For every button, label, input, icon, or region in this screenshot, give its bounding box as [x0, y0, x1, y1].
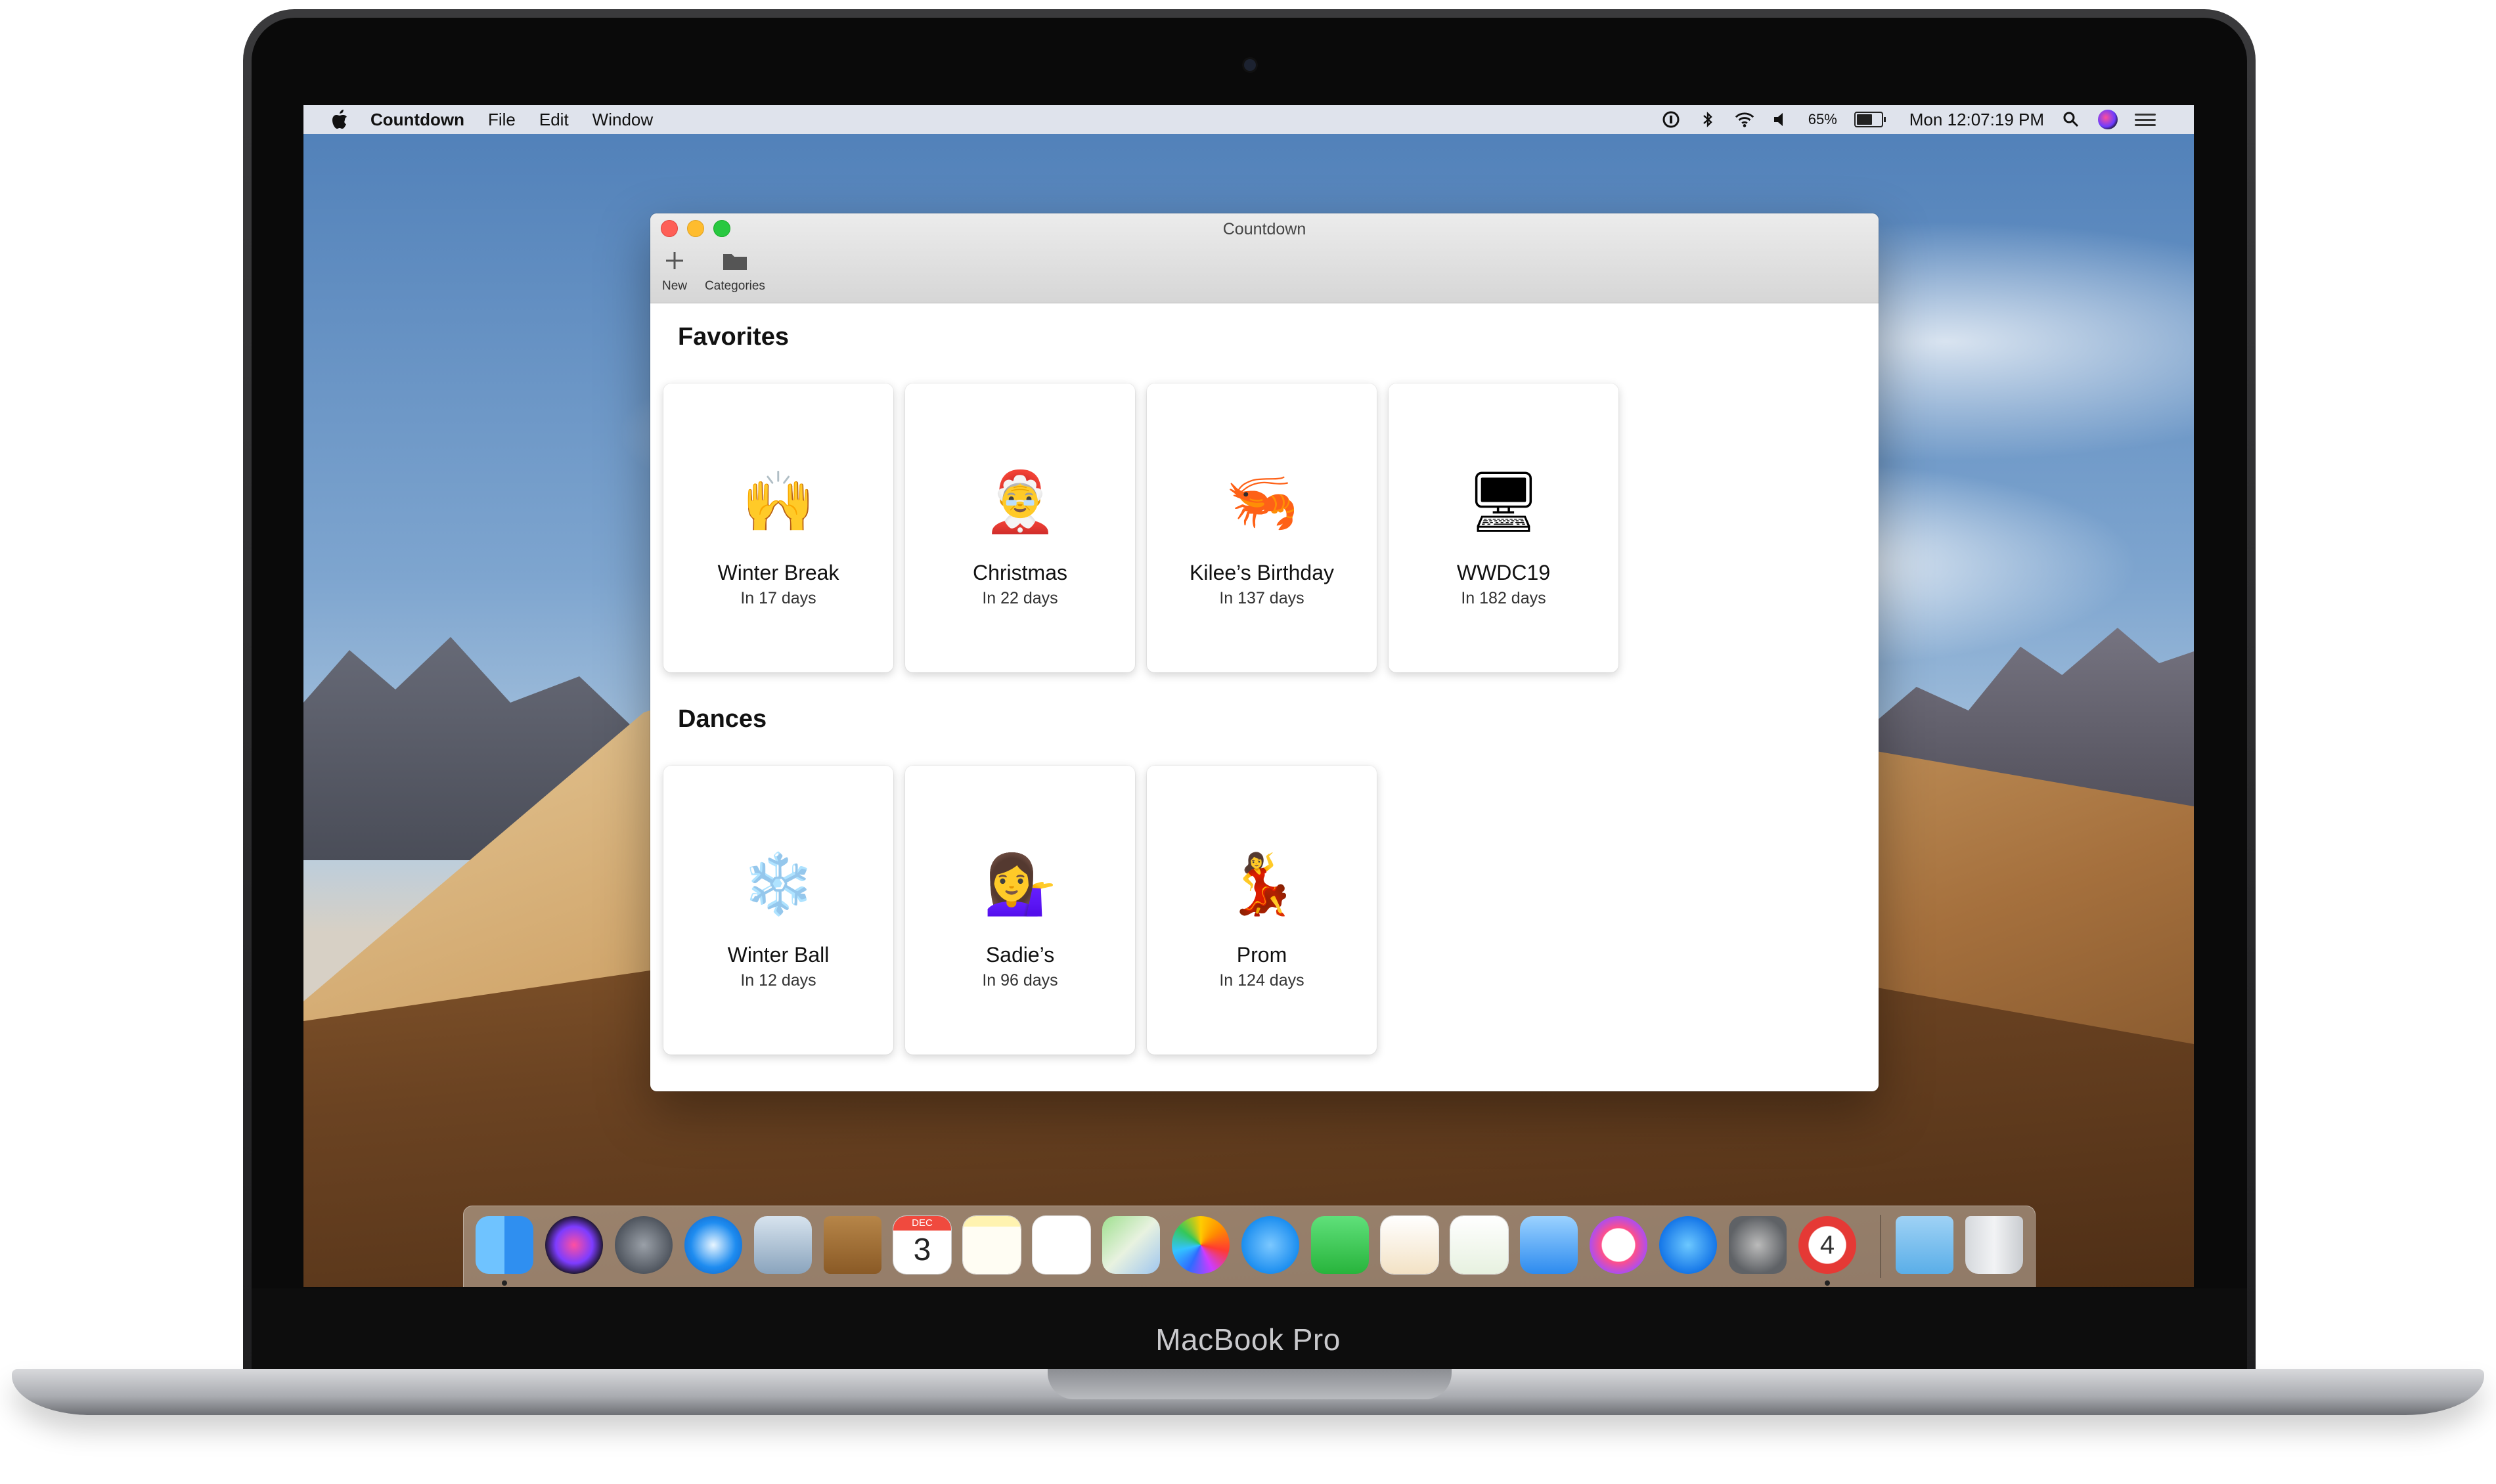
- photos-icon[interactable]: [1172, 1216, 1230, 1274]
- spotlight-search-icon[interactable]: [2061, 110, 2081, 129]
- card-subtitle: In 96 days: [982, 971, 1058, 990]
- new-button[interactable]: New: [658, 246, 691, 294]
- emoji-icon: 🖥: [1465, 469, 1542, 535]
- maps-icon[interactable]: [1102, 1216, 1160, 1274]
- volume-icon[interactable]: [1772, 110, 1791, 129]
- emoji-icon: 🙌: [741, 469, 816, 535]
- countdown-card[interactable]: 💃 Prom In 124 days: [1147, 766, 1377, 1055]
- countdown-app-icon[interactable]: 4: [1798, 1216, 1856, 1274]
- categories-button-label: Categories: [705, 279, 765, 293]
- countdown-card[interactable]: 🤶 Christmas In 22 days: [905, 383, 1135, 672]
- brand-label: MacBook Pro: [1155, 1322, 1341, 1357]
- trash-icon[interactable]: [1965, 1216, 2023, 1274]
- countdown-card[interactable]: ❄️ Winter Ball In 12 days: [663, 766, 893, 1055]
- launchpad-icon[interactable]: [615, 1216, 673, 1274]
- running-indicator: [502, 1280, 507, 1286]
- emoji-icon: 💁‍♀️: [983, 852, 1058, 917]
- emoji-icon: ❄️: [741, 852, 816, 917]
- new-button-label: New: [661, 279, 687, 293]
- folder-icon: [722, 246, 748, 275]
- mail-icon[interactable]: [754, 1216, 812, 1274]
- section-title-favorites: Favorites: [678, 323, 789, 351]
- battery-percent[interactable]: 65%: [1808, 111, 1837, 128]
- countdown-window: Countdown New Categories Favorites 🙌 Win…: [650, 213, 1879, 1091]
- desktop: Countdown File Edit Window 65% Mon 12:07…: [303, 105, 2194, 1287]
- plus-icon: [663, 246, 686, 275]
- notes-icon[interactable]: [963, 1216, 1021, 1274]
- status-area: 65% Mon 12:07:19 PM: [1661, 110, 2156, 130]
- card-subtitle: In 17 days: [740, 589, 816, 607]
- menu-edit[interactable]: Edit: [539, 110, 569, 130]
- camera-icon: [1244, 59, 1256, 71]
- menu-bar: Countdown File Edit Window 65% Mon 12:07…: [303, 105, 2194, 134]
- notification-center-icon[interactable]: [2135, 113, 2156, 126]
- card-title: Christmas: [972, 561, 1067, 584]
- app-store-icon[interactable]: [1659, 1216, 1717, 1274]
- apple-menu-icon[interactable]: [328, 108, 351, 131]
- categories-button[interactable]: Categories: [699, 246, 771, 294]
- card-title: Sadie’s: [985, 943, 1055, 967]
- card-subtitle: In 137 days: [1219, 589, 1304, 607]
- menu-clock[interactable]: Mon 12:07:19 PM: [1909, 110, 2044, 130]
- card-title: Winter Break: [717, 561, 839, 584]
- card-title: Prom: [1236, 943, 1287, 967]
- dock-separator: [1880, 1215, 1881, 1278]
- section-title-dances: Dances: [678, 705, 767, 733]
- menu-app-name[interactable]: Countdown: [370, 110, 464, 130]
- system-preferences-icon[interactable]: [1729, 1216, 1787, 1274]
- card-subtitle: In 12 days: [740, 971, 816, 990]
- siri-icon[interactable]: [545, 1216, 603, 1274]
- laptop-notch: [1048, 1369, 1452, 1399]
- reminders-icon[interactable]: [1033, 1216, 1090, 1274]
- emoji-icon: 💃: [1224, 852, 1299, 917]
- countdown-card[interactable]: 🖥 WWDC19 In 182 days: [1389, 383, 1618, 672]
- keynote-icon[interactable]: [1520, 1216, 1578, 1274]
- downloads-folder-icon[interactable]: [1896, 1216, 1953, 1274]
- calendar-day: 3: [913, 1233, 931, 1267]
- card-subtitle: In 22 days: [982, 589, 1058, 607]
- numbers-icon[interactable]: [1450, 1216, 1508, 1274]
- bluetooth-icon[interactable]: [1698, 110, 1718, 129]
- calendar-icon[interactable]: DEC 3: [893, 1216, 951, 1274]
- pages-icon[interactable]: [1381, 1216, 1438, 1274]
- card-title: Kilee’s Birthday: [1190, 561, 1334, 584]
- menu-file[interactable]: File: [488, 110, 516, 130]
- contacts-icon[interactable]: [824, 1216, 881, 1274]
- running-indicator: [1825, 1280, 1830, 1286]
- wifi-icon[interactable]: [1735, 110, 1754, 129]
- card-subtitle: In 182 days: [1461, 589, 1546, 607]
- countdown-card[interactable]: 🙌 Winter Break In 17 days: [663, 383, 893, 672]
- menu-window[interactable]: Window: [592, 110, 653, 130]
- safari-icon[interactable]: [684, 1216, 742, 1274]
- countdown-card[interactable]: 🦐 Kilee’s Birthday In 137 days: [1147, 383, 1377, 672]
- emoji-icon: 🦐: [1224, 469, 1299, 535]
- window-titlebar: Countdown New Categories: [650, 213, 1879, 303]
- emoji-icon: 🤶: [983, 469, 1058, 535]
- card-title: Winter Ball: [727, 943, 830, 967]
- countdown-badge-number: 4: [1819, 1231, 1835, 1259]
- battery-icon[interactable]: [1854, 112, 1886, 127]
- card-subtitle: In 124 days: [1219, 971, 1304, 990]
- finder-icon[interactable]: [476, 1216, 533, 1274]
- password-manager-icon[interactable]: [1661, 110, 1681, 129]
- facetime-icon[interactable]: [1311, 1216, 1369, 1274]
- countdown-card[interactable]: 💁‍♀️ Sadie’s In 96 days: [905, 766, 1135, 1055]
- card-title: WWDC19: [1456, 561, 1551, 584]
- calendar-month: DEC: [893, 1216, 951, 1231]
- window-title: Countdown: [1222, 220, 1306, 238]
- messages-icon[interactable]: [1241, 1216, 1299, 1274]
- itunes-icon[interactable]: [1590, 1216, 1647, 1274]
- siri-icon[interactable]: [2098, 110, 2118, 129]
- battery-level-fill: [1856, 114, 1873, 125]
